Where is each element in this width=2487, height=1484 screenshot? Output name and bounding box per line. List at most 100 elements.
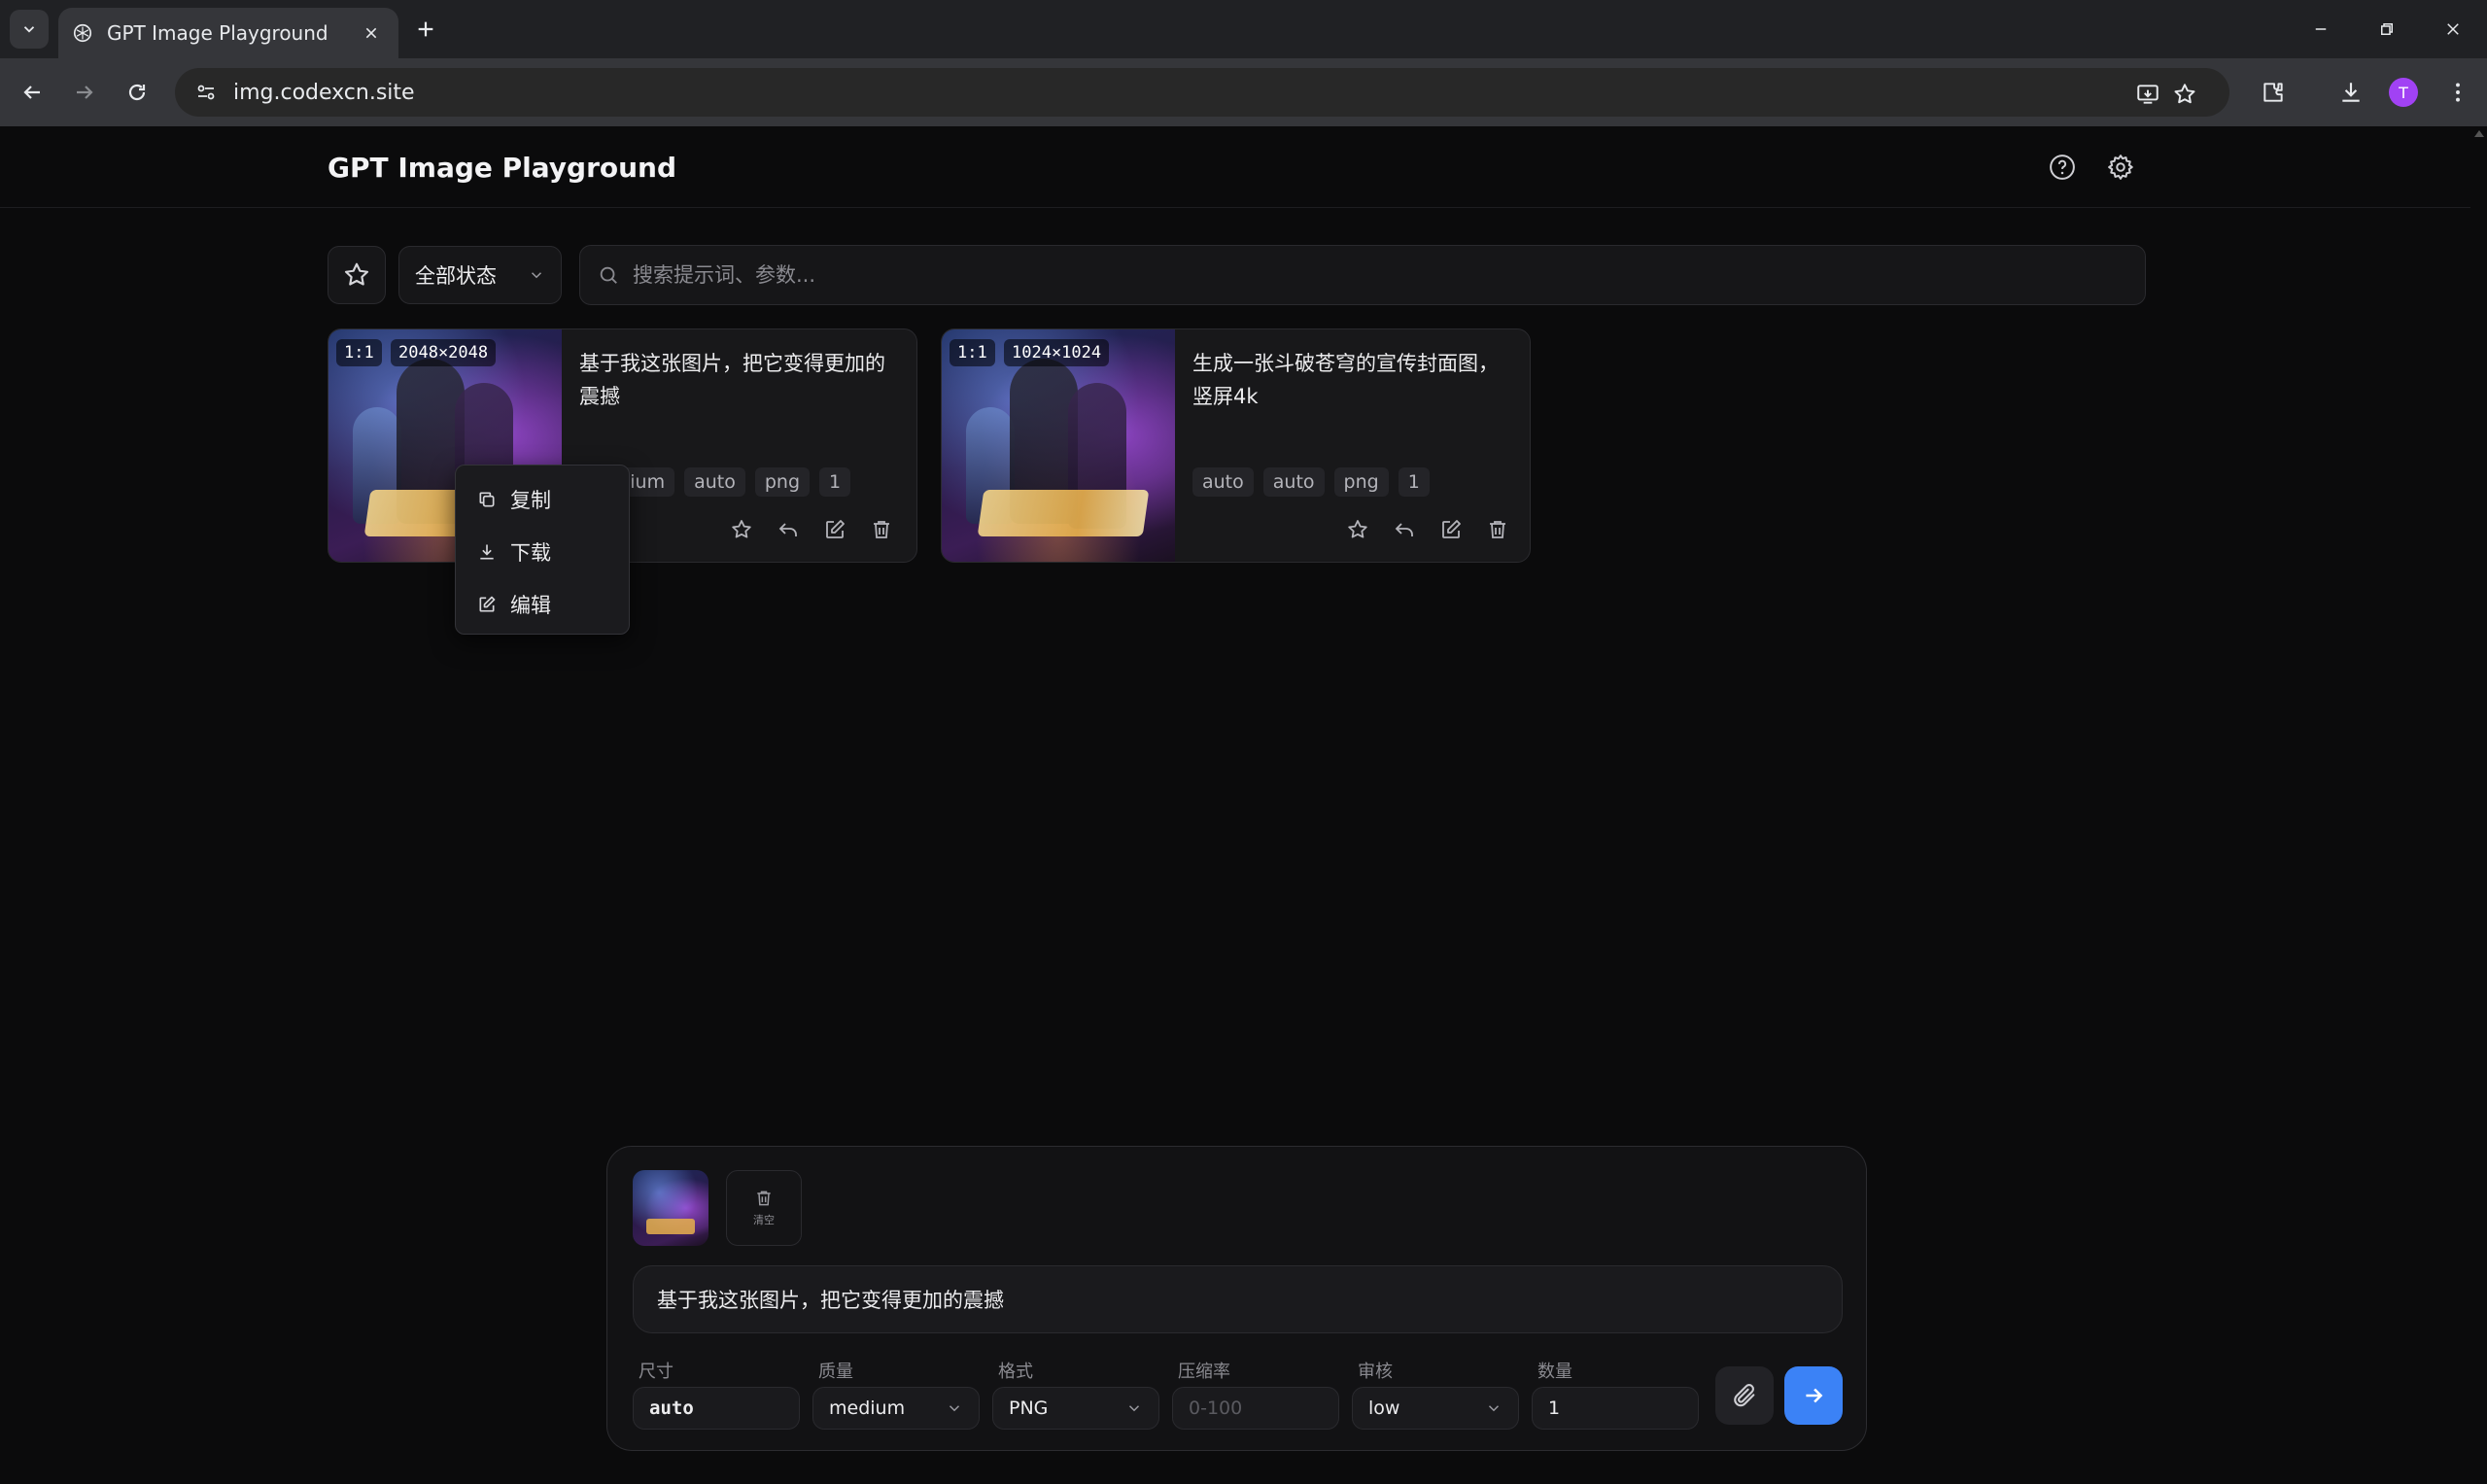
forward-button[interactable] xyxy=(64,72,105,113)
tab-search-button[interactable] xyxy=(10,10,49,49)
openai-favicon-icon xyxy=(73,23,92,43)
delete-button[interactable] xyxy=(864,512,899,547)
compression-input[interactable]: 0-100 xyxy=(1172,1387,1339,1430)
favorite-button[interactable] xyxy=(1340,512,1375,547)
site-info-icon[interactable] xyxy=(189,75,224,110)
menu-item-copy[interactable]: 复制 xyxy=(464,473,621,526)
moderation-select[interactable]: low xyxy=(1352,1387,1519,1430)
chevron-down-icon xyxy=(1128,1405,1140,1412)
arrow-right-icon xyxy=(77,86,93,99)
edit-icon xyxy=(1442,520,1461,538)
paperclip-icon xyxy=(1734,1384,1755,1407)
install-app-button[interactable] xyxy=(2130,77,2165,112)
menu-item-label: 编辑 xyxy=(510,594,551,617)
copy-icon xyxy=(479,492,495,507)
reply-icon xyxy=(1395,523,1413,536)
gear-icon xyxy=(2108,155,2133,180)
card-thumbnail[interactable]: 1:1 1024×1024 xyxy=(942,329,1175,562)
edit-icon xyxy=(479,596,496,612)
edit-icon xyxy=(826,520,845,538)
favorites-filter-button[interactable] xyxy=(328,246,386,304)
count-tag: 1 xyxy=(819,467,851,497)
reuse-button[interactable] xyxy=(1387,512,1422,547)
ratio-badge: 1:1 xyxy=(950,339,995,366)
count-input[interactable]: 1 xyxy=(1532,1387,1699,1430)
star-icon xyxy=(1348,520,1367,538)
prompt-input[interactable]: 基于我这张图片，把它变得更加的震撼 xyxy=(633,1265,1843,1333)
extensions-button[interactable] xyxy=(2253,72,2294,113)
compression-label: 压缩率 xyxy=(1178,1362,1230,1382)
puzzle-icon xyxy=(2263,83,2283,102)
search-input[interactable] xyxy=(633,263,2145,287)
browser-toolbar: img.codexcn.site xyxy=(0,58,2487,126)
card-actions xyxy=(724,512,899,547)
reload-button[interactable] xyxy=(117,72,157,113)
bookmark-button[interactable] xyxy=(2167,77,2202,112)
size-input[interactable]: auto xyxy=(633,1387,800,1430)
format-tag: png xyxy=(754,467,811,497)
format-select[interactable]: PNG xyxy=(992,1387,1159,1430)
card-prompt: 基于我这张图片，把它变得更加的震撼 xyxy=(579,352,885,408)
page-scrollbar[interactable] xyxy=(2470,126,2487,1484)
search-box[interactable] xyxy=(579,245,2146,305)
chevron-down-icon xyxy=(1488,1405,1500,1412)
settings-button[interactable] xyxy=(2103,150,2138,185)
size-tag: auto xyxy=(1262,467,1325,497)
clear-reference-button[interactable]: 清空 xyxy=(726,1170,802,1246)
quality-tag: auto xyxy=(1192,467,1254,497)
format-param: 格式 PNG xyxy=(992,1358,1159,1430)
tab-title: GPT Image Playground xyxy=(107,21,328,45)
format-label: 格式 xyxy=(998,1362,1033,1382)
help-circle-icon xyxy=(2050,155,2075,180)
moderation-param: 审核 low xyxy=(1352,1358,1519,1430)
edit-button[interactable] xyxy=(817,512,852,547)
download-icon xyxy=(480,544,494,560)
plus-icon xyxy=(418,21,433,37)
profile-avatar[interactable]: T xyxy=(2389,78,2418,107)
format-tag: png xyxy=(1333,467,1389,497)
favorite-button[interactable] xyxy=(724,512,759,547)
status-filter-select[interactable]: 全部状态 xyxy=(398,246,562,304)
reference-image-thumbnail[interactable] xyxy=(633,1170,708,1246)
close-window-button[interactable] xyxy=(2424,8,2482,51)
attach-image-button[interactable] xyxy=(1715,1366,1774,1425)
quality-label: 质量 xyxy=(818,1362,853,1382)
browser-menu-button[interactable] xyxy=(2437,72,2478,113)
reply-icon xyxy=(778,523,797,536)
menu-item-download[interactable]: 下载 xyxy=(464,526,621,578)
menu-item-edit[interactable]: 编辑 xyxy=(464,578,621,631)
app-header: GPT Image Playground xyxy=(0,126,2470,208)
minimize-button[interactable] xyxy=(2292,8,2350,51)
new-tab-button[interactable] xyxy=(408,12,443,47)
downloads-button[interactable] xyxy=(2331,72,2371,113)
search-icon xyxy=(600,266,617,284)
scroll-up-arrow[interactable] xyxy=(2474,130,2484,137)
restore-button[interactable] xyxy=(2358,8,2416,51)
address-bar[interactable]: img.codexcn.site xyxy=(175,68,2229,117)
edit-button[interactable] xyxy=(1433,512,1468,547)
star-icon xyxy=(2174,84,2195,104)
close-icon xyxy=(2447,23,2459,35)
moderation-label: 审核 xyxy=(1358,1362,1393,1382)
tab-close-button[interactable] xyxy=(358,19,385,47)
app-title: GPT Image Playground xyxy=(328,152,677,184)
arrow-right-icon xyxy=(1806,1388,1823,1403)
more-vertical-icon xyxy=(2456,83,2460,102)
quality-select[interactable]: medium xyxy=(812,1387,980,1430)
size-param: 尺寸 auto xyxy=(633,1358,800,1430)
trash-icon xyxy=(1490,521,1505,538)
restore-icon xyxy=(2381,23,2393,35)
card-tags: auto auto png 1 xyxy=(1192,467,1430,497)
help-button[interactable] xyxy=(2045,150,2080,185)
back-button[interactable] xyxy=(12,72,52,113)
menu-item-label: 复制 xyxy=(510,489,551,512)
history-card[interactable]: 1:1 1024×1024 生成一张斗破苍穹的宣传封面图，竖屏4k auto a… xyxy=(941,328,1531,563)
size-badge: 1024×1024 xyxy=(1004,339,1110,366)
browser-tab[interactable]: GPT Image Playground xyxy=(58,8,398,58)
arrow-left-icon xyxy=(23,86,40,99)
reuse-button[interactable] xyxy=(771,512,806,547)
status-filter-label: 全部状态 xyxy=(415,264,497,288)
send-button[interactable] xyxy=(1784,1366,1843,1425)
delete-button[interactable] xyxy=(1480,512,1515,547)
close-icon xyxy=(365,27,377,39)
